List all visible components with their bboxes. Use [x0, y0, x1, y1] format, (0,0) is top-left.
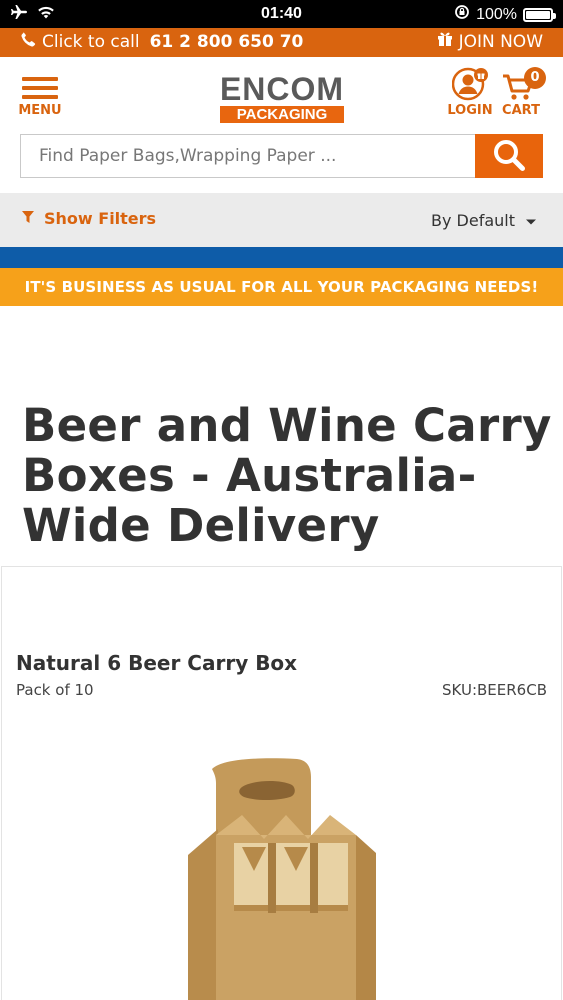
rotation-lock-icon	[454, 4, 470, 25]
filter-bar: Show Filters By Default	[0, 193, 563, 247]
product-image[interactable]	[172, 747, 392, 1000]
logo-sub: PACKAGING	[220, 106, 344, 123]
battery-icon	[523, 7, 556, 22]
menu-button[interactable]: MENU	[18, 77, 62, 118]
product-pack: Pack of 10	[16, 681, 94, 699]
login-label: LOGIN	[447, 103, 493, 118]
show-filters-label: Show Filters	[44, 209, 157, 228]
phone-number: 61 2 800 650 70	[149, 31, 304, 52]
cart-count-badge: 0	[524, 67, 546, 89]
menu-label: MENU	[18, 103, 62, 118]
battery-level	[526, 10, 550, 19]
product-name[interactable]: Natural 6 Beer Carry Box	[16, 651, 297, 675]
notice-banner: IT'S BUSINESS AS USUAL FOR ALL YOUR PACK…	[0, 268, 563, 306]
top-bar: Click to call 61 2 800 650 70 JOIN NOW	[0, 28, 563, 57]
gift-icon	[437, 31, 453, 52]
cart-label: CART	[502, 103, 540, 118]
filter-icon	[22, 209, 34, 228]
sort-value: By Default	[431, 211, 515, 230]
product-card[interactable]: Natural 6 Beer Carry Box Pack of 10 SKU:…	[1, 566, 562, 1000]
search-bar	[20, 134, 543, 178]
join-now-label: JOIN NOW	[458, 31, 543, 52]
hamburger-icon	[18, 77, 62, 99]
search-input[interactable]	[20, 134, 475, 178]
join-now-link[interactable]: JOIN NOW	[437, 31, 543, 52]
user-icon	[451, 67, 488, 105]
battery-percent: 100%	[476, 5, 517, 23]
status-bar: 01:40 100%	[0, 0, 563, 28]
product-sku: SKU:BEER6CB	[442, 681, 547, 699]
encom-logo[interactable]: ENCOM PACKAGING	[218, 73, 346, 123]
chevron-down-icon	[525, 211, 537, 230]
logo-word: ENCOM	[219, 71, 345, 107]
site-header: MENU ENCOM PACKAGING LOGIN 0 CART	[0, 57, 563, 135]
cart-button[interactable]: 0 CART	[498, 67, 546, 129]
sort-select[interactable]: By Default	[431, 211, 537, 230]
call-prefix: Click to call	[42, 31, 140, 52]
login-button[interactable]: LOGIN	[446, 67, 494, 129]
search-icon	[491, 137, 527, 176]
search-button[interactable]	[475, 134, 543, 178]
blue-strip	[0, 247, 563, 268]
phone-icon	[20, 31, 36, 52]
show-filters-button[interactable]: Show Filters	[22, 209, 156, 228]
click-to-call-link[interactable]: Click to call 61 2 800 650 70	[20, 31, 303, 52]
page-title: Beer and Wine Carry Boxes - Australia-Wi…	[22, 399, 552, 552]
